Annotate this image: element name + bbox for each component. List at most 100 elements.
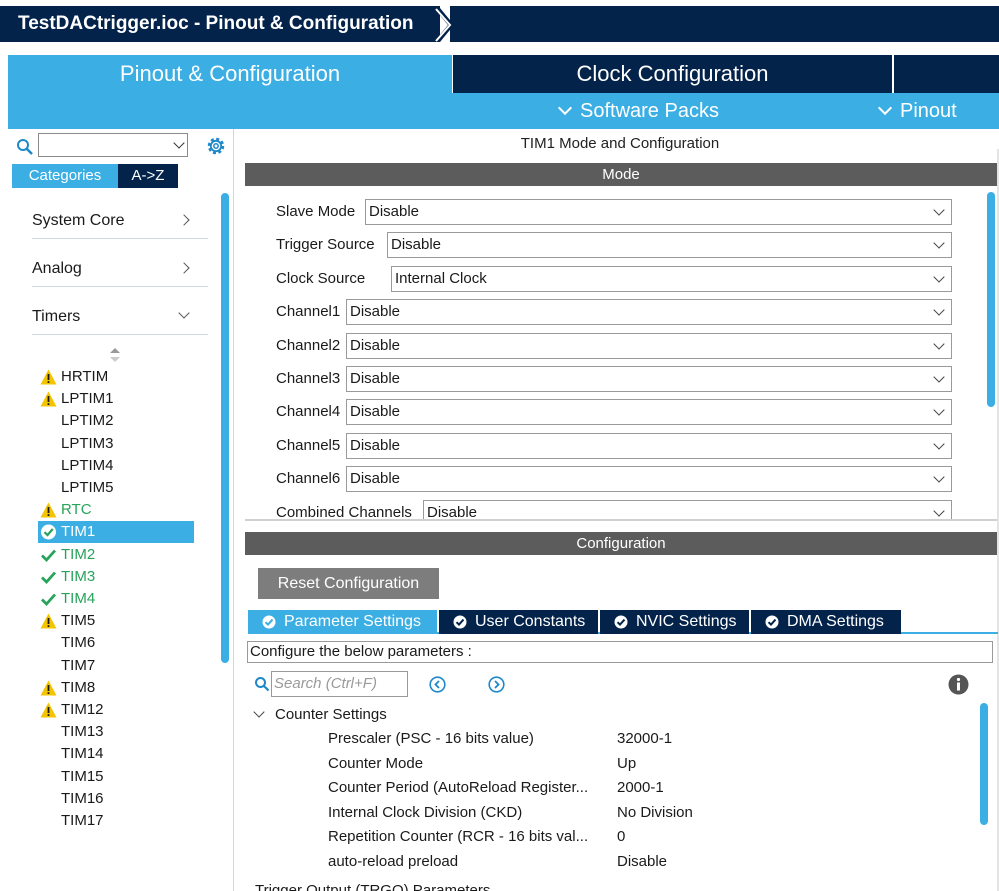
timer-item-tim5[interactable]: TIM5	[38, 610, 194, 632]
mode-row-clock-source: Clock Source Internal Clock	[276, 265, 952, 292]
breadcrumb-bar-filler	[450, 6, 999, 42]
timer-item-lptim1[interactable]: LPTIM1	[38, 388, 194, 410]
search-input[interactable]	[38, 133, 188, 157]
timer-item-tim14[interactable]: TIM14	[38, 743, 194, 765]
category-timers[interactable]: Timers	[32, 299, 208, 335]
left-scrollbar[interactable]	[221, 193, 229, 663]
trigger-output-group[interactable]: Trigger Output (TRGO) Parameters	[245, 881, 545, 891]
parameter-name: auto-reload preload	[328, 853, 459, 870]
tab-user-constants[interactable]: User Constants	[439, 610, 598, 634]
parameter-scrollbar[interactable]	[980, 703, 988, 825]
parameter-row[interactable]: Repetition Counter (RCR - 16 bits val...…	[328, 825, 968, 849]
tab-nvic-settings[interactable]: NVIC Settings	[600, 610, 749, 634]
next-result-icon[interactable]	[488, 676, 505, 693]
timer-item-tim13[interactable]: TIM13	[38, 721, 194, 743]
timer-item-tim1[interactable]: TIM1	[38, 521, 194, 544]
tab-pinout-configuration[interactable]: Pinout & Configuration	[8, 55, 452, 93]
category-system-core[interactable]: System Core	[32, 203, 208, 239]
chevron-down-icon	[933, 504, 945, 517]
group-label: Trigger Output (TRGO) Parameters	[255, 882, 491, 891]
reset-configuration-button[interactable]: Reset Configuration	[258, 568, 439, 599]
mode-select[interactable]: Disable	[346, 466, 952, 493]
mode-select[interactable]: Disable	[365, 199, 952, 225]
splitter[interactable]	[245, 519, 997, 521]
configuration-tabs: Parameter Settings User Constants NVIC S…	[248, 610, 998, 634]
timer-label: TIM6	[61, 634, 96, 652]
tab-categories[interactable]: Categories	[12, 164, 118, 188]
previous-result-icon[interactable]	[429, 676, 446, 693]
mode-select[interactable]: Disable	[346, 432, 952, 459]
timer-item-tim6[interactable]: TIM6	[38, 632, 194, 654]
mode-select[interactable]: Disable	[346, 332, 952, 359]
timer-label: TIM17	[61, 812, 104, 829]
tab-parameter-settings[interactable]: Parameter Settings	[248, 610, 437, 634]
mode-row-channel6: Channel6 Disable	[276, 466, 952, 493]
timer-item-rtc[interactable]: RTC	[38, 499, 194, 521]
mode-scrollbar[interactable]	[987, 192, 995, 407]
timer-item-lptim3[interactable]: LPTIM3	[38, 433, 194, 455]
parameter-row[interactable]: Internal Clock Division (CKD) No Division	[328, 801, 968, 825]
mode-label: Channel3	[276, 370, 341, 387]
timer-item-tim2[interactable]: TIM2	[38, 544, 194, 566]
mode-select-value: Disable	[350, 470, 401, 488]
timer-item-tim8[interactable]: TIM8	[38, 677, 194, 699]
parameter-value[interactable]: 0	[617, 825, 625, 849]
mode-select[interactable]: Disable	[346, 399, 952, 426]
timer-item-tim15[interactable]: TIM15	[38, 766, 194, 788]
tab-label: Parameter Settings	[284, 613, 421, 630]
categories-panel: Categories A->Z System Core Analog Timer…	[8, 129, 234, 891]
timer-item-tim17[interactable]: TIM17	[38, 810, 194, 832]
timer-item-tim16[interactable]: TIM16	[38, 788, 194, 810]
parameter-name: Counter Period (AutoReload Register...	[328, 779, 589, 797]
timer-item-tim12[interactable]: TIM12	[38, 699, 194, 721]
tab-overflow[interactable]	[893, 55, 999, 93]
category-analog[interactable]: Analog	[32, 251, 208, 287]
timer-item-lptim4[interactable]: LPTIM4	[38, 455, 194, 477]
parameter-search-input[interactable]: Search (Ctrl+F)	[271, 671, 408, 697]
parameter-row[interactable]: Prescaler (PSC - 16 bits value) 32000-1	[328, 727, 968, 751]
parameter-name: Repetition Counter (RCR - 16 bits val...	[328, 828, 589, 846]
check-icon	[40, 591, 57, 607]
mode-select[interactable]: Internal Clock	[391, 265, 952, 292]
parameter-value[interactable]: No Division	[617, 801, 693, 825]
timer-label: TIM1	[61, 523, 96, 541]
mode-select[interactable]: Disable	[346, 299, 952, 326]
parameter-value[interactable]: Up	[617, 752, 636, 776]
parameter-value[interactable]: Disable	[617, 850, 667, 874]
timer-item-lptim5[interactable]: LPTIM5	[38, 477, 194, 499]
sort-icon[interactable]	[110, 348, 120, 362]
parameter-row[interactable]: auto-reload preload Disable	[328, 850, 968, 874]
main-tabs: Pinout & Configuration Clock Configurati…	[8, 55, 999, 93]
chevron-down-icon	[178, 307, 190, 319]
mode-label: Channel6	[276, 470, 341, 488]
timer-item-tim3[interactable]: TIM3	[38, 566, 194, 588]
timer-item-tim7[interactable]: TIM7	[38, 655, 194, 677]
mode-select[interactable]: Disable	[346, 366, 952, 392]
mode-select-value: Disable	[391, 236, 442, 254]
warning-icon	[40, 680, 57, 696]
pinout-menu[interactable]: Pinout	[877, 93, 957, 129]
configuration-header: Configuration	[245, 532, 997, 555]
software-packs-menu[interactable]: Software Packs	[557, 93, 719, 129]
tab-dma-settings[interactable]: DMA Settings	[751, 610, 901, 634]
parameter-row[interactable]: Counter Mode Up	[328, 752, 968, 776]
chevron-down-icon	[933, 438, 945, 450]
breadcrumb-title[interactable]: TestDACtrigger.ioc - Pinout & Configurat…	[0, 6, 440, 42]
tab-label: NVIC Settings	[636, 613, 737, 630]
info-icon[interactable]	[948, 674, 969, 695]
parameter-value[interactable]: 2000-1	[617, 776, 664, 800]
parameter-row[interactable]: Counter Period (AutoReload Register... 20…	[328, 776, 968, 800]
mode-row-combined-channels: Combined Channels Disable	[276, 499, 952, 519]
parameter-value[interactable]: 32000-1	[617, 727, 672, 751]
timer-item-tim4[interactable]: TIM4	[38, 588, 194, 610]
gear-icon[interactable]	[204, 134, 228, 158]
mode-select[interactable]: Disable	[423, 499, 952, 519]
chevron-down-icon[interactable]	[173, 137, 185, 149]
timer-item-hrtim[interactable]: HRTIM	[38, 366, 194, 388]
mode-select[interactable]: Disable	[387, 232, 952, 259]
tab-clock-configuration[interactable]: Clock Configuration	[452, 55, 892, 93]
tab-a-to-z[interactable]: A->Z	[118, 164, 178, 188]
category-label: Timers	[32, 308, 81, 325]
timer-item-lptim2[interactable]: LPTIM2	[38, 410, 194, 432]
counter-settings-group[interactable]: Counter Settings	[253, 705, 387, 725]
